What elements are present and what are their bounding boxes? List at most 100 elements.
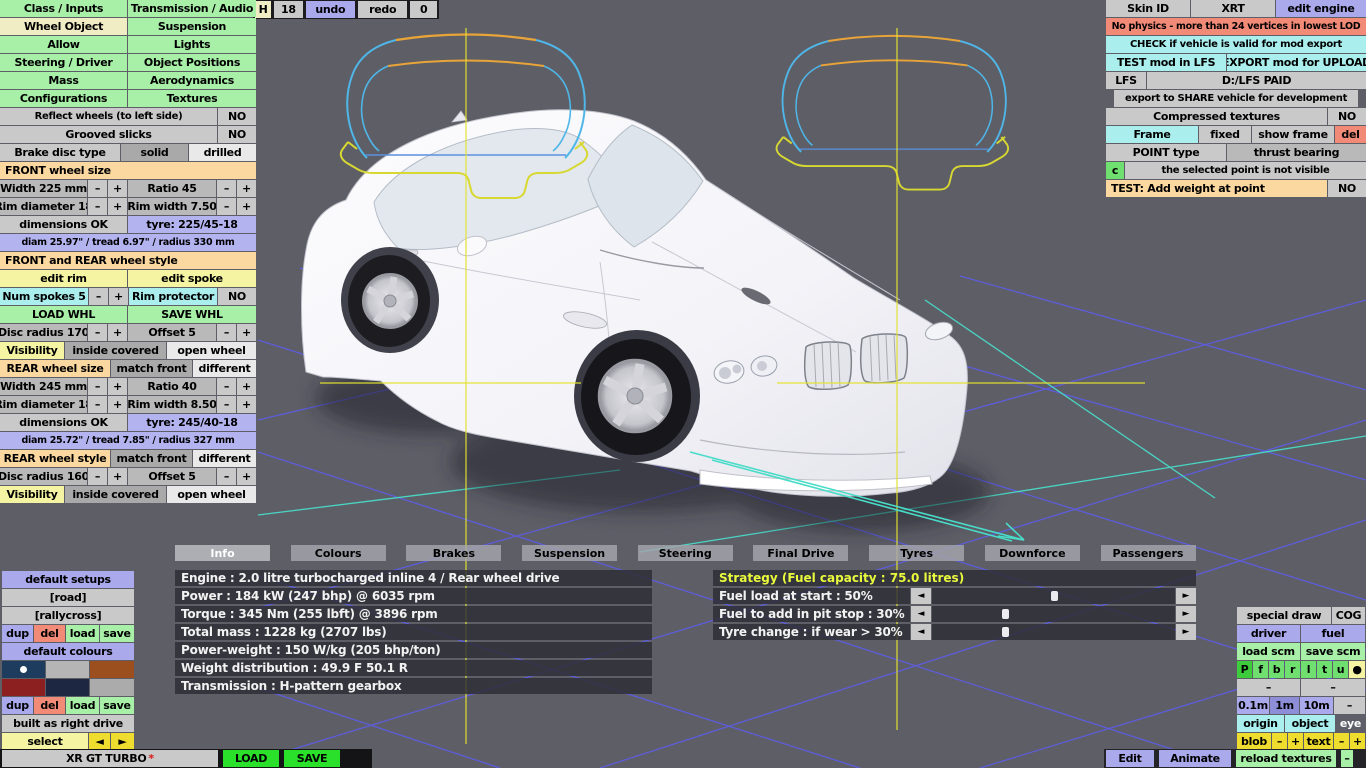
cell-button[interactable]: –: [1301, 679, 1365, 696]
no-button[interactable]: NO: [218, 288, 256, 305]
solid-button[interactable]: solid: [121, 144, 188, 161]
cell-button[interactable]: –: [1237, 679, 1300, 696]
cell-button[interactable]: –: [217, 180, 236, 197]
del-button[interactable]: del: [1335, 126, 1366, 143]
dup-button[interactable]: dup: [2, 625, 33, 642]
slider-right-arrow[interactable]: ►: [1176, 624, 1196, 640]
p-button[interactable]: P: [1237, 661, 1252, 678]
cell-button[interactable]: –: [217, 396, 236, 413]
no-button[interactable]: NO: [218, 126, 256, 143]
eye-button[interactable]: eye: [1336, 715, 1365, 732]
cell-button[interactable]: +: [109, 288, 128, 305]
tab-steering[interactable]: Steering: [637, 545, 733, 561]
redo-button[interactable]: redo: [358, 1, 408, 18]
menu-mass[interactable]: Mass: [0, 72, 127, 89]
test-mod-in-lfs-button[interactable]: TEST mod in LFS: [1106, 54, 1226, 71]
slider-track[interactable]: [932, 624, 1175, 640]
edit-engine-button[interactable]: edit engine: [1276, 0, 1366, 17]
undo-button[interactable]: undo: [305, 1, 356, 18]
1m-button[interactable]: 1m: [1270, 697, 1299, 714]
load-button[interactable]: load: [66, 625, 99, 642]
inside-covered-button[interactable]: inside covered: [65, 342, 166, 359]
cell-button[interactable]: –: [88, 396, 107, 413]
tab-info[interactable]: Info: [175, 545, 270, 561]
load-scm-button[interactable]: load scm: [1237, 643, 1300, 660]
t-button[interactable]: t: [1317, 661, 1332, 678]
test-add-weight-at-point-button[interactable]: TEST: Add weight at point: [1106, 180, 1327, 197]
slider-left-arrow[interactable]: ◄: [911, 588, 931, 604]
cell-button[interactable]: –: [217, 378, 236, 395]
no-button[interactable]: NO: [218, 108, 256, 125]
skin-id-button[interactable]: Skin ID: [1106, 0, 1190, 17]
colour-swatch[interactable]: [90, 679, 134, 696]
cell-button[interactable]: +: [108, 396, 127, 413]
18-button[interactable]: 18: [274, 1, 303, 18]
colour-swatch[interactable]: [2, 661, 45, 678]
cell-button[interactable]: +: [237, 324, 256, 341]
front-wheel[interactable]: [574, 330, 700, 462]
save-scm-button[interactable]: save scm: [1301, 643, 1365, 660]
cell-button[interactable]: –: [217, 468, 236, 485]
l-button[interactable]: l: [1301, 661, 1316, 678]
0-1m-button[interactable]: 0.1m: [1237, 697, 1269, 714]
cell-button[interactable]: –: [88, 324, 107, 341]
del-button[interactable]: del: [34, 697, 65, 714]
thrust-bearing-button[interactable]: thrust bearing: [1227, 144, 1366, 161]
cell-button[interactable]: –: [88, 198, 107, 215]
save-button[interactable]: save: [100, 625, 134, 642]
tab-suspension[interactable]: Suspension: [522, 545, 618, 561]
cell-button[interactable]: +: [237, 396, 256, 413]
blob-button[interactable]: blob: [1237, 733, 1271, 750]
menu-suspension[interactable]: Suspension: [128, 18, 256, 35]
menu-steering-driver[interactable]: Steering / Driver: [0, 54, 127, 71]
u-button[interactable]: u: [1333, 661, 1348, 678]
0-button[interactable]: 0: [410, 1, 437, 18]
cell-button[interactable]: ►: [111, 733, 134, 750]
tab-final-drive[interactable]: Final Drive: [753, 545, 849, 561]
colour-swatch[interactable]: [2, 679, 45, 696]
cell-button[interactable]: –: [88, 468, 107, 485]
show-frame-button[interactable]: show frame: [1252, 126, 1334, 143]
save-whl-button[interactable]: SAVE WHL: [128, 306, 256, 323]
cell-button[interactable]: +: [108, 198, 127, 215]
colour-swatch[interactable]: [90, 661, 134, 678]
slider-track[interactable]: [932, 588, 1175, 604]
cell-button[interactable]: +: [1350, 733, 1365, 750]
car-model[interactable]: [301, 109, 968, 497]
cell-button[interactable]: –: [88, 180, 107, 197]
h-button[interactable]: H: [255, 1, 272, 18]
special-draw-button[interactable]: special draw: [1237, 607, 1331, 624]
10m-button[interactable]: 10m: [1300, 697, 1333, 714]
cell-button[interactable]: +: [108, 180, 127, 197]
colour-swatch[interactable]: [46, 679, 89, 696]
r-button[interactable]: r: [1285, 661, 1300, 678]
load-whl-button[interactable]: LOAD WHL: [0, 306, 127, 323]
cell-button[interactable]: ●: [1349, 661, 1365, 678]
cell-button[interactable]: +: [108, 378, 127, 395]
menu-transmission-audio[interactable]: Transmission / Audio: [128, 0, 256, 17]
different-button[interactable]: different: [193, 450, 256, 467]
save-button[interactable]: SAVE: [284, 750, 340, 767]
f-button[interactable]: f: [1253, 661, 1268, 678]
slider-thumb[interactable]: [1001, 609, 1009, 619]
object-button[interactable]: object: [1285, 715, 1335, 732]
open-wheel-button[interactable]: open wheel: [167, 342, 256, 359]
tab-downforce[interactable]: Downforce: [984, 545, 1080, 561]
cell-button[interactable]: +: [1288, 733, 1303, 750]
menu-object-positions[interactable]: Object Positions: [128, 54, 256, 71]
cell-button[interactable]: –: [1334, 733, 1349, 750]
del-button[interactable]: del: [34, 625, 65, 642]
slider-left-arrow[interactable]: ◄: [911, 606, 931, 622]
check-if-vehicle-is-valid-for-mod-export-button[interactable]: CHECK if vehicle is valid for mod export: [1106, 36, 1366, 53]
cell-button[interactable]: +: [237, 378, 256, 395]
cell-button[interactable]: –: [1341, 750, 1353, 767]
inside-covered-button[interactable]: inside covered: [65, 486, 166, 503]
vehicle-name-button[interactable]: XR GT TURBO *: [2, 750, 218, 767]
no-button[interactable]: NO: [1328, 180, 1366, 197]
road-button[interactable]: [road]: [2, 589, 134, 606]
open-wheel-button[interactable]: open wheel: [167, 486, 256, 503]
tab-passengers[interactable]: Passengers: [1100, 545, 1196, 561]
slider-thumb[interactable]: [1050, 591, 1058, 601]
menu-textures[interactable]: Textures: [128, 90, 256, 107]
menu-wheel-object[interactable]: Wheel Object: [0, 18, 127, 35]
